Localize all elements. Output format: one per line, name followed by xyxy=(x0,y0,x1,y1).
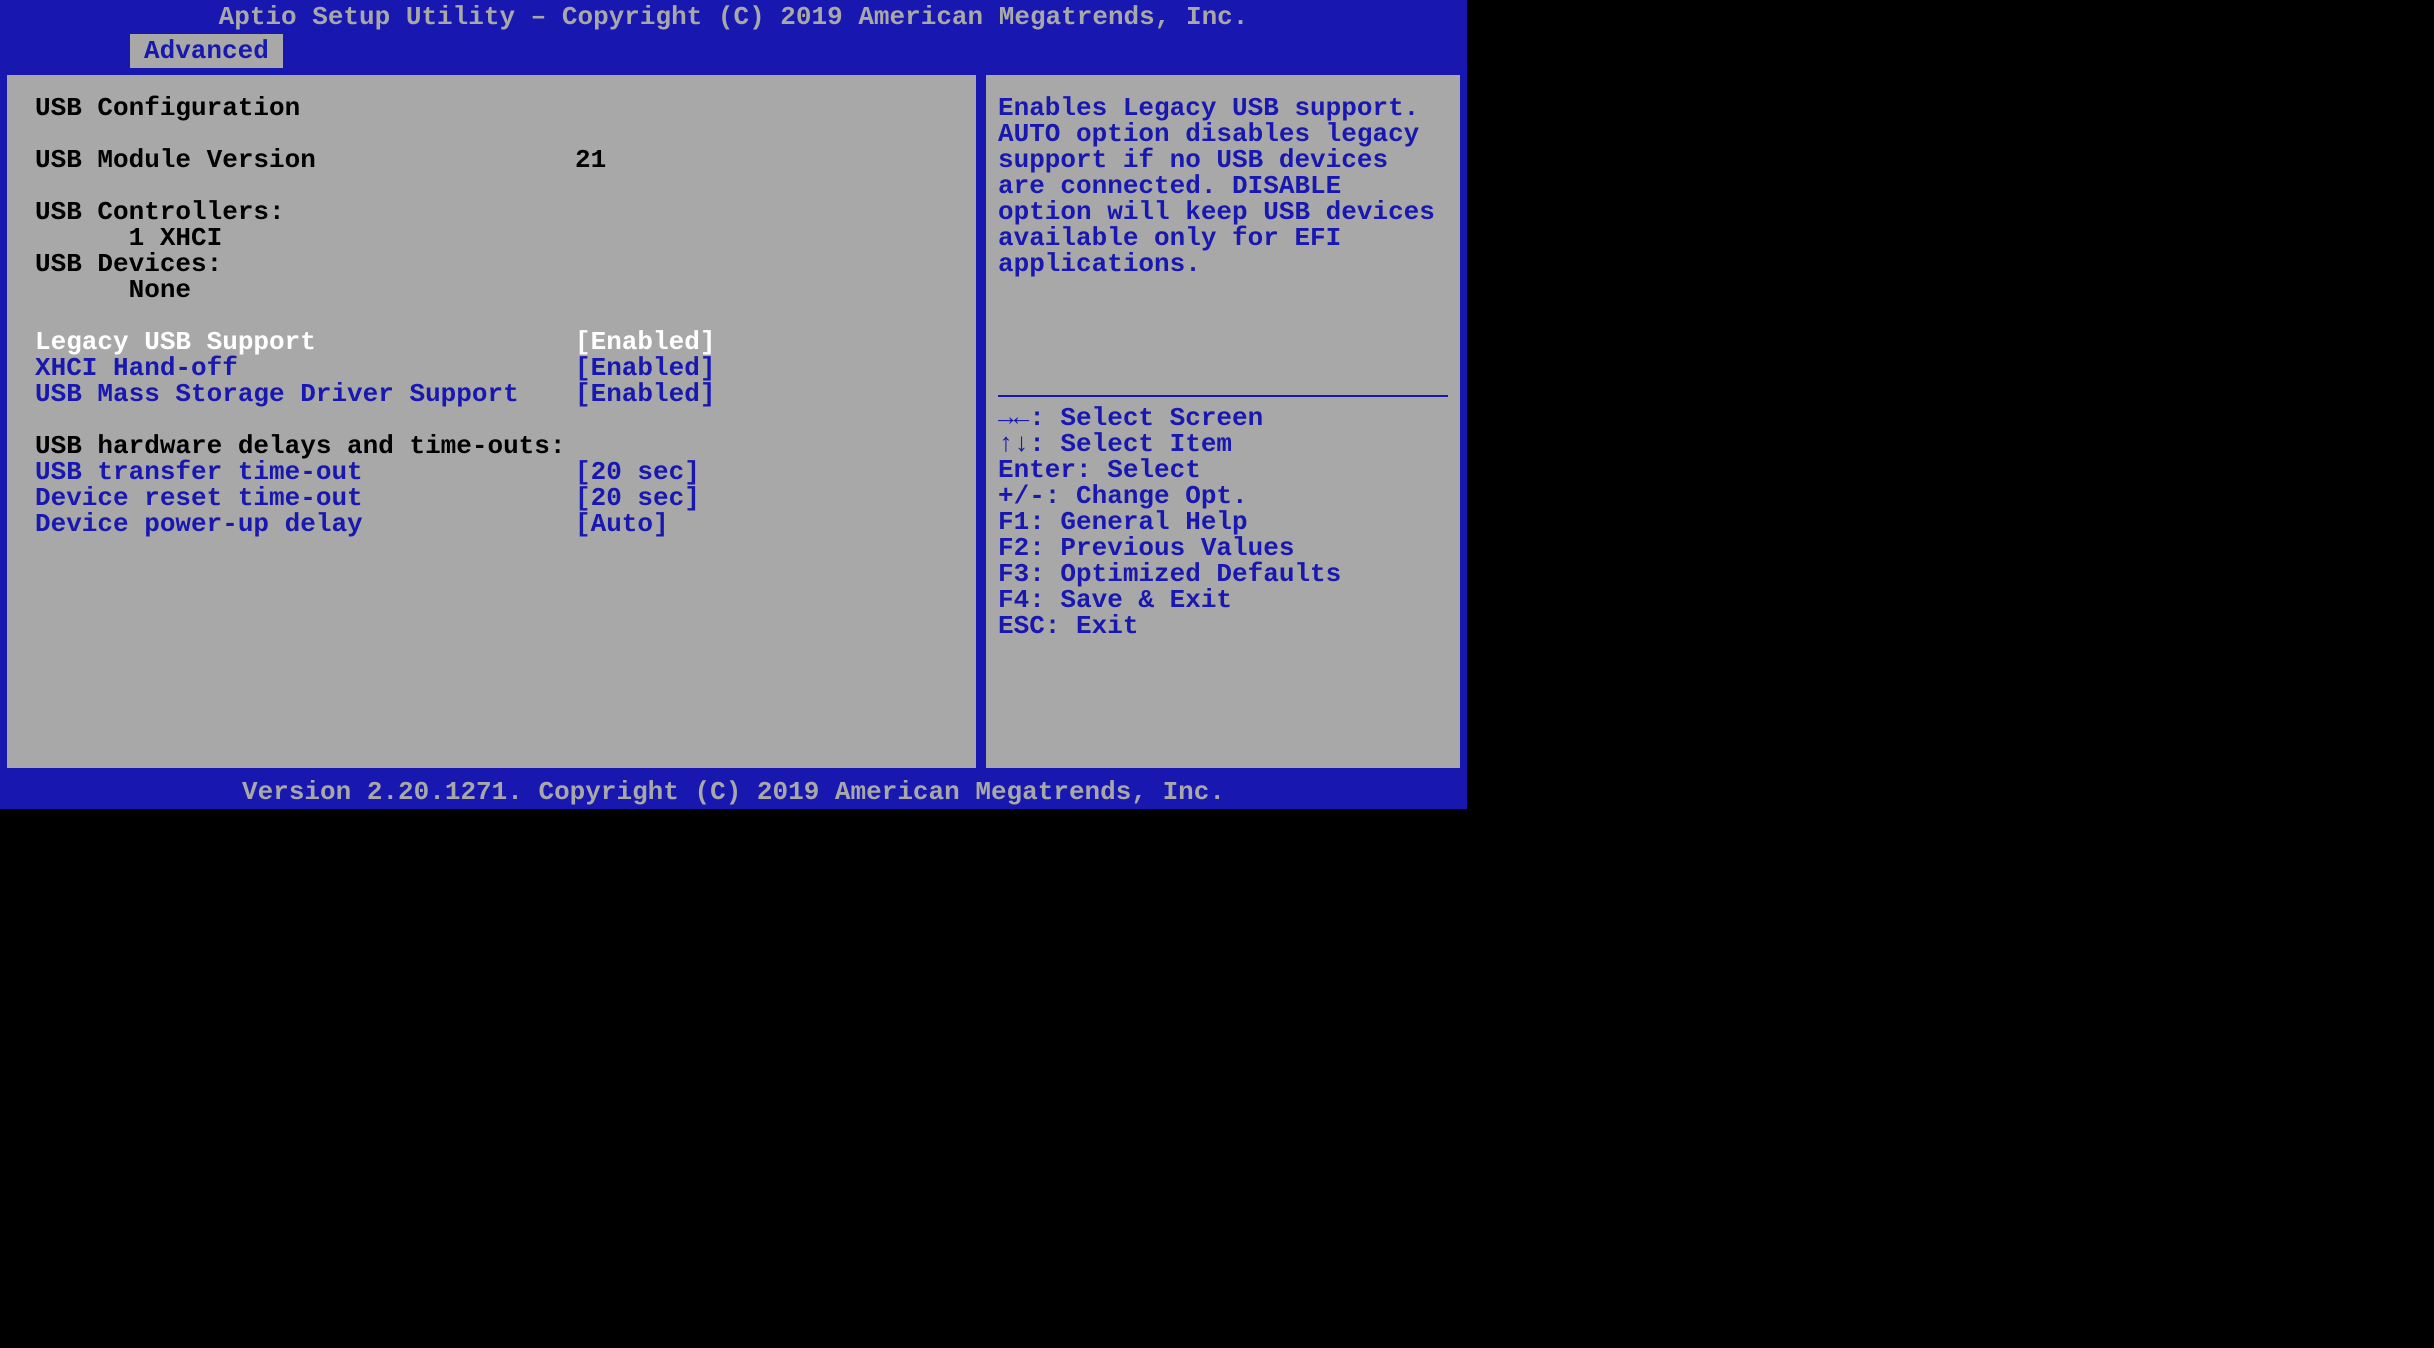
option-value: [20 sec] xyxy=(575,485,700,511)
option-value: [Enabled] xyxy=(575,329,715,355)
option-value: [20 sec] xyxy=(575,459,700,485)
option-device-reset-time-out[interactable]: Device reset time-out [20 sec] xyxy=(35,485,948,511)
nav-esc-exit: ESC: Exit xyxy=(998,613,1448,639)
controllers-label: USB Controllers: xyxy=(35,199,948,225)
tab-row: Advanced xyxy=(0,34,1467,68)
devices-label: USB Devices: xyxy=(35,251,948,277)
option-xhci-hand-off[interactable]: XHCI Hand-off [Enabled] xyxy=(35,355,948,381)
option-value: [Enabled] xyxy=(575,355,715,381)
option-label: Device power-up delay xyxy=(35,511,575,537)
module-version-label: USB Module Version xyxy=(35,147,575,173)
option-label: USB Mass Storage Driver Support xyxy=(35,381,575,407)
main-area: USB Configuration USB Module Version 21 … xyxy=(0,68,1467,775)
nav-save-exit: F4: Save & Exit xyxy=(998,587,1448,613)
help-divider xyxy=(998,395,1448,397)
nav-general-help: F1: General Help xyxy=(998,509,1448,535)
option-value: [Auto] xyxy=(575,511,669,537)
module-version-value: 21 xyxy=(575,147,606,173)
option-usb-transfer-time-out[interactable]: USB transfer time-out [20 sec] xyxy=(35,459,948,485)
nav-optimized-defaults: F3: Optimized Defaults xyxy=(998,561,1448,587)
option-legacy-usb-support[interactable]: Legacy USB Support [Enabled] xyxy=(35,329,948,355)
module-version-row: USB Module Version 21 xyxy=(35,147,948,173)
option-label: Legacy USB Support xyxy=(35,329,575,355)
nav-select-screen: →←: Select Screen xyxy=(998,405,1448,431)
help-text: Enables Legacy USB support. AUTO option … xyxy=(998,95,1448,277)
nav-previous-values: F2: Previous Values xyxy=(998,535,1448,561)
section-heading: USB Configuration xyxy=(35,95,948,121)
header-title: Aptio Setup Utility – Copyright (C) 2019… xyxy=(0,0,1467,34)
nav-enter-select: Enter: Select xyxy=(998,457,1448,483)
option-value: [Enabled] xyxy=(575,381,715,407)
devices-value: None xyxy=(35,277,948,303)
option-device-power-up-delay[interactable]: Device power-up delay [Auto] xyxy=(35,511,948,537)
settings-panel: USB Configuration USB Module Version 21 … xyxy=(4,72,979,771)
nav-change-opt: +/-: Change Opt. xyxy=(998,483,1448,509)
help-panel: Enables Legacy USB support. AUTO option … xyxy=(983,72,1463,771)
option-label: USB transfer time-out xyxy=(35,459,575,485)
tab-advanced[interactable]: Advanced xyxy=(130,34,283,68)
timeouts-heading: USB hardware delays and time-outs: xyxy=(35,433,948,459)
footer-version: Version 2.20.1271. Copyright (C) 2019 Am… xyxy=(0,775,1467,809)
bios-window: Aptio Setup Utility – Copyright (C) 2019… xyxy=(0,0,1467,809)
option-usb-mass-storage-driver-support[interactable]: USB Mass Storage Driver Support [Enabled… xyxy=(35,381,948,407)
option-label: XHCI Hand-off xyxy=(35,355,575,381)
controllers-value: 1 XHCI xyxy=(35,225,948,251)
option-label: Device reset time-out xyxy=(35,485,575,511)
nav-select-item: ↑↓: Select Item xyxy=(998,431,1448,457)
